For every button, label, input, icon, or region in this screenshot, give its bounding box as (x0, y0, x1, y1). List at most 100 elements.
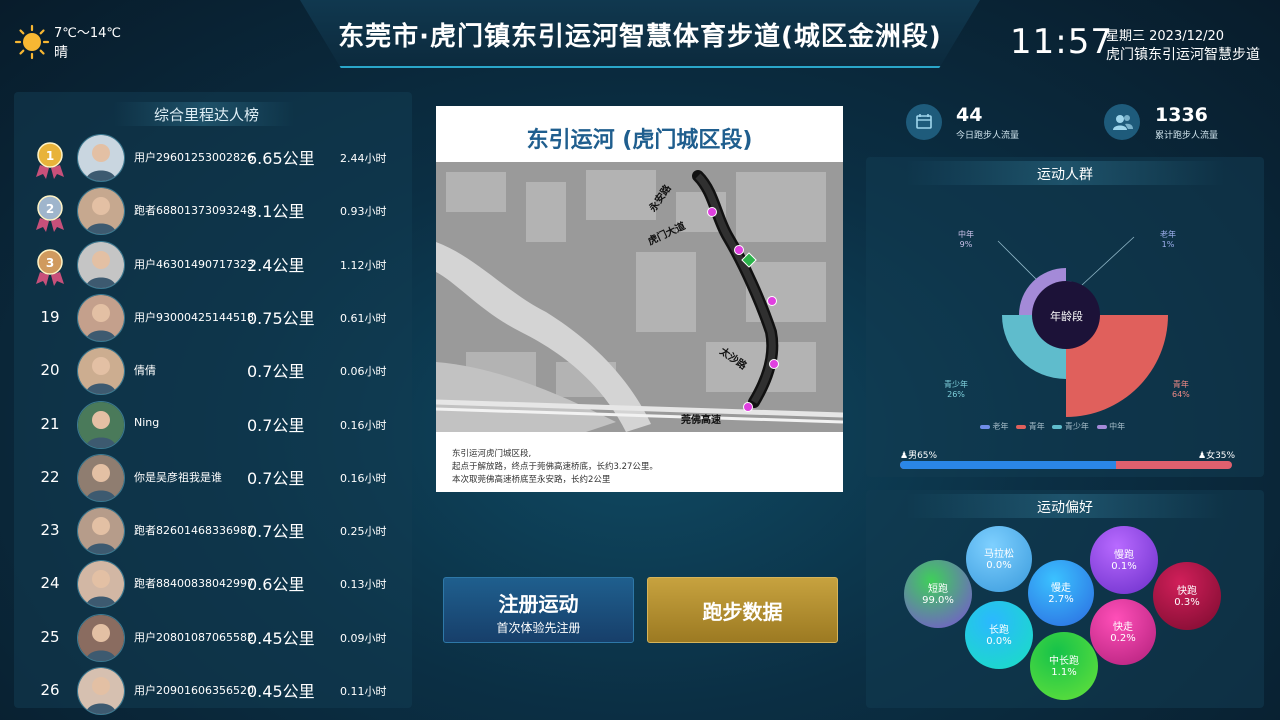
today-count: 44 (956, 104, 983, 126)
rank-number: 24 (40, 574, 60, 593)
leaderboard-row[interactable]: 2 跑者68801373093248 3.1公里 0.93小时 (14, 186, 412, 238)
leaderboard-row[interactable]: 1 用户29601253002826 6.65公里 2.44小时 (14, 133, 412, 185)
age-chart-center-label: 年龄段 (1050, 310, 1083, 323)
segment-pct: 26% (947, 390, 965, 399)
route-map-image: 永安路 虎门大道 太沙路 莞佛高速 (436, 162, 843, 432)
register-button-sublabel: 首次体验先注册 (496, 621, 581, 635)
leaderboard-row[interactable]: 20 倩倩 0.7公里 0.06小时 (14, 346, 412, 398)
legend-swatch-teen (1052, 424, 1063, 429)
avatar (77, 507, 125, 556)
avatar (77, 613, 125, 662)
segment-name: 老年 (1160, 230, 1176, 239)
users-icon (1104, 104, 1140, 140)
crowd-panel: 运动人群 年龄段 中年 9% 老年 1% 青少年 26% 青年 64% 老年 青… (866, 157, 1264, 477)
male-label: ♟男65% (900, 448, 937, 461)
leaderboard-row[interactable]: 23 跑者82601468336987 0.7公里 0.25小时 (14, 506, 412, 558)
preference-bubble: 慢跑 0.1% (1090, 526, 1158, 594)
user-name: 倩倩 (134, 364, 156, 378)
user-name: 用户93000425144518 (134, 310, 254, 324)
male-icon: ♟ (900, 451, 909, 461)
distance: 0.75公里 (247, 308, 315, 328)
leaderboard-row[interactable]: 3 用户46301490717323 2.4公里 1.12小时 (14, 240, 412, 292)
temperature: 7℃～14℃ (54, 26, 122, 41)
label-youth: 青年 64% (1172, 379, 1190, 399)
clock-time: 11:57 (1010, 22, 1113, 62)
duration: 0.25小时 (340, 525, 387, 539)
distance: 2.4公里 (247, 255, 305, 275)
map-description: 东引运河虎门城区段, 起点于解放路，终点于莞佛高速桥底，长约3.27公里。 本次… (452, 448, 658, 487)
map-desc-line: 本次取莞佛高速桥底至永安路，长约2公里 (452, 475, 611, 485)
preference-pct: 0.0% (986, 560, 1012, 571)
avatar (77, 453, 125, 502)
distance: 0.7公里 (247, 362, 305, 382)
user-name: 用户20901606356520 (134, 684, 254, 697)
register-button-label: 注册运动 (498, 592, 579, 616)
duration: 1.12小时 (340, 258, 387, 272)
distance: 3.1公里 (247, 202, 305, 222)
calendar-icon (906, 104, 942, 140)
rank-number: 22 (40, 467, 60, 486)
leaderboard-row[interactable]: 25 用户20801087065582 0.45公里 0.09小时 (14, 613, 412, 665)
age-legend: 老年 青年 青少年 中年 (980, 421, 1125, 432)
preference-pct: 99.0% (922, 595, 954, 606)
svg-text:1: 1 (46, 149, 54, 163)
user-name: 跑者88400838042997 (134, 577, 254, 591)
label-elder: 老年 1% (1160, 229, 1176, 249)
leaderboard-row[interactable]: 19 用户93000425144518 0.75公里 0.61小时 (14, 293, 412, 345)
rank-number: 25 (40, 627, 60, 646)
clock-date: 星期三 2023/12/20 (1106, 29, 1225, 44)
preference-bubble: 短跑 99.0% (904, 560, 972, 628)
avatar (77, 240, 125, 289)
user-name: Ning (134, 415, 160, 429)
preference-pct: 0.2% (1110, 633, 1136, 644)
gender-ratio-bar (900, 461, 1232, 469)
leaderboard-row[interactable]: 24 跑者88400838042997 0.6公里 0.13小时 (14, 559, 412, 611)
segment-name: 中年 (958, 230, 974, 239)
segment-pct: 64% (1172, 390, 1190, 399)
location-name: 虎门镇东引运河智慧步道 (1106, 47, 1260, 63)
preference-bubble: 长跑 0.0% (965, 601, 1033, 669)
user-name: 用户20801087065582 (134, 630, 254, 644)
total-count: 1336 (1155, 104, 1208, 126)
preference-bubble: 快跑 0.3% (1153, 562, 1221, 630)
female-pct: 女35% (1206, 451, 1236, 461)
leaderboard-row[interactable]: 22 你是吴彦祖我是谁 0.7公里 0.16小时 (14, 453, 412, 505)
leaderboard-title: 综合里程达人榜 (154, 106, 260, 124)
legend-swatch-middle (1096, 424, 1107, 429)
header: 东莞市·虎门镇东引运河智慧体育步道(城区金洲段) 7℃～14℃ 晴 11:57 … (0, 0, 1280, 72)
rank-number: 21 (40, 414, 60, 433)
user-name: 你是吴彦祖我是谁 (134, 470, 222, 484)
preference-pct: 1.1% (1051, 667, 1077, 678)
preference-name: 中长跑 (1049, 656, 1079, 667)
user-name: 用户29601253002826 (134, 151, 254, 164)
preference-bubble: 马拉松 0.0% (966, 526, 1032, 592)
segment-pct: 1% (1161, 240, 1175, 249)
leaderboard-panel: 综合里程达人榜 1 用户29601253002826 6.65公里 2.44小时… (14, 92, 412, 715)
male-ratio-fill (900, 461, 1116, 469)
page-title: 东莞市·虎门镇东引运河智慧体育步道(城区金洲段) (338, 22, 942, 52)
rank-number: 19 (40, 307, 60, 326)
register-sport-button[interactable]: 注册运动 首次体验先注册 (443, 577, 634, 643)
leaderboard-row[interactable]: 21 Ning 0.7公里 0.16小时 (14, 400, 412, 452)
duration: 0.13小时 (340, 578, 387, 592)
preference-pct: 0.0% (986, 636, 1012, 647)
traffic-stats: 44 今日跑步人流量 1336 累计跑步人流量 (866, 92, 1264, 152)
preference-pct: 2.7% (1048, 594, 1074, 605)
segment-name: 青年 (1172, 380, 1189, 389)
legend-swatch-youth (1016, 424, 1027, 429)
preference-name: 短跑 (928, 584, 948, 595)
preference-name: 慢跑 (1114, 550, 1134, 561)
preference-name: 慢走 (1051, 583, 1071, 594)
distance: 0.6公里 (247, 575, 305, 595)
user-name: 跑者82601468336987 (134, 524, 254, 538)
legend-youth: 青年 (1028, 422, 1045, 431)
preference-panel: 运动偏好 马拉松 0.0% 慢跑 0.1% 短跑 99.0% 慢走 2.7% 快跑 0.… (866, 490, 1264, 708)
leaderboard-row[interactable]: 26 用户20901606356520 0.45公里 0.11小时 (14, 666, 412, 718)
rank-number: 20 (40, 361, 60, 380)
running-data-button[interactable]: 跑步数据 (647, 577, 838, 643)
distance: 0.7公里 (247, 415, 305, 435)
preference-name: 快跑 (1177, 586, 1197, 597)
user-name: 用户46301490717323 (134, 257, 254, 271)
rank-number: 23 (40, 521, 60, 540)
segment-pct: 9% (959, 240, 973, 249)
